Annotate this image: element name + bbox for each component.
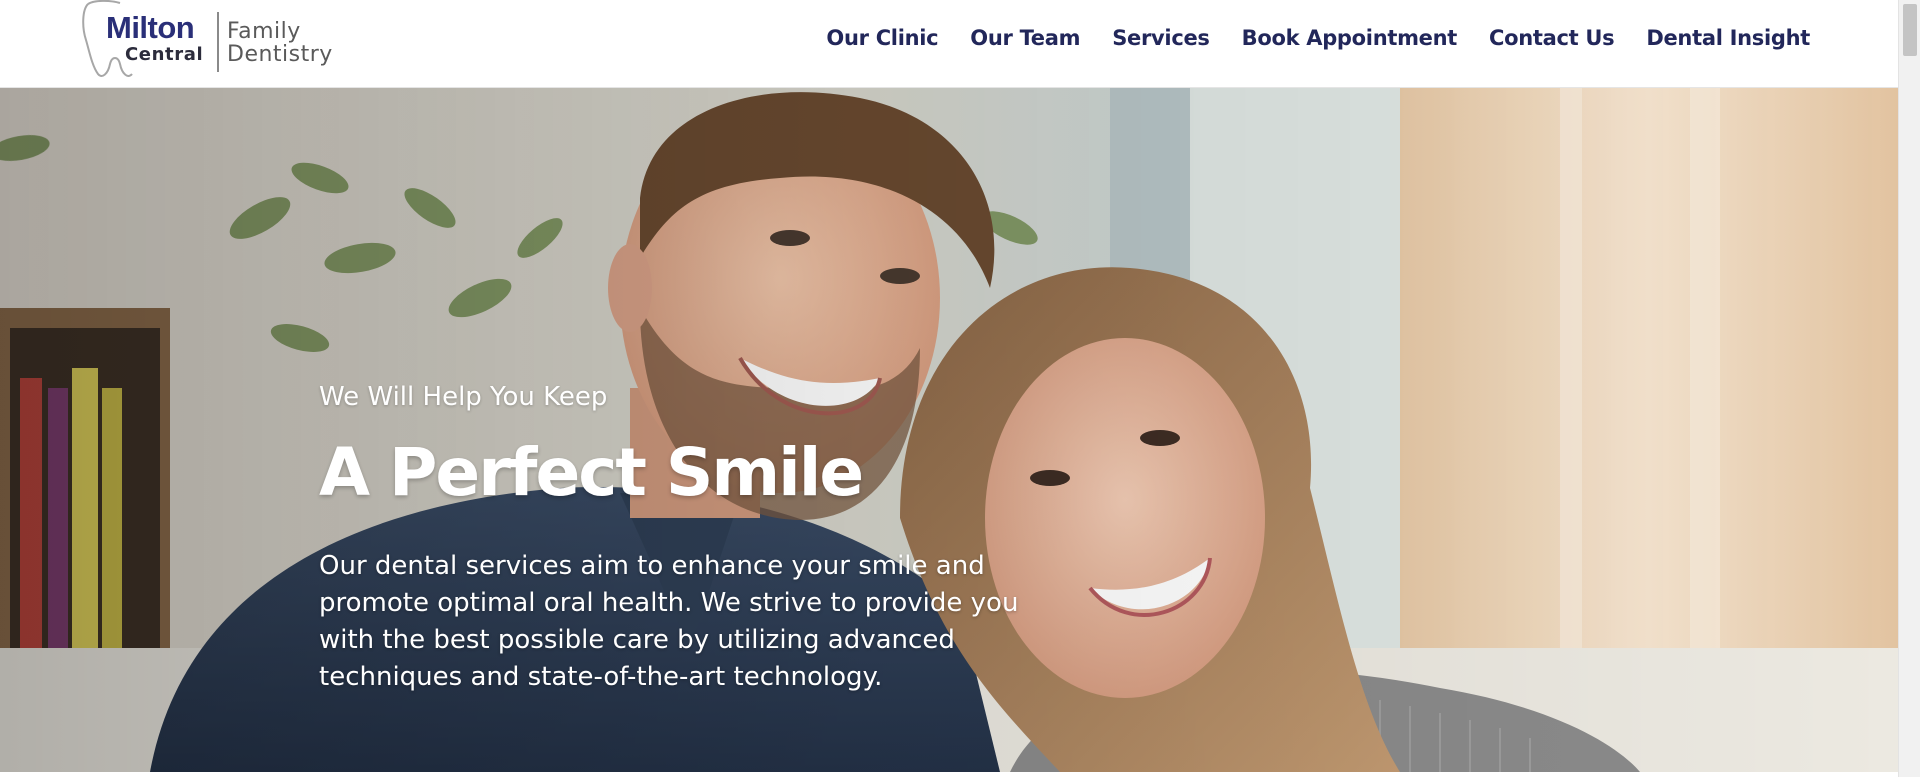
scrollbar-thumb[interactable] <box>1903 4 1917 56</box>
page: Milton Central Family Dentistry Our Clin… <box>0 0 1920 777</box>
nav-book-appointment[interactable]: Book Appointment <box>1226 22 1473 54</box>
logo-tagline-top: Family <box>227 19 301 44</box>
logo-name-bottom: Central <box>125 44 204 65</box>
hero-kicker: We Will Help You Keep <box>319 382 608 412</box>
nav-contact-us[interactable]: Contact Us <box>1473 22 1630 54</box>
site-header: Milton Central Family Dentistry Our Clin… <box>0 0 1898 88</box>
logo-tagline-bottom: Dentistry <box>227 42 333 67</box>
nav-our-team[interactable]: Our Team <box>954 22 1096 54</box>
bottom-edge <box>0 772 1898 777</box>
main-nav: Our Clinic Our Team Services Book Appoin… <box>810 22 1826 54</box>
page-scrollbar[interactable] <box>1898 0 1920 777</box>
logo-divider <box>217 12 219 72</box>
hero-description: Our dental services aim to enhance your … <box>319 551 1019 692</box>
nav-dental-insight[interactable]: Dental Insight <box>1630 22 1826 54</box>
hero-title: A Perfect Smile <box>319 434 864 511</box>
hero-section: We Will Help You Keep A Perfect Smile Ou… <box>0 88 1898 772</box>
site-logo[interactable]: Milton Central Family Dentistry <box>80 0 340 80</box>
nav-our-clinic[interactable]: Our Clinic <box>810 22 954 54</box>
logo-name-top: Milton <box>106 10 195 45</box>
nav-services[interactable]: Services <box>1096 22 1225 54</box>
